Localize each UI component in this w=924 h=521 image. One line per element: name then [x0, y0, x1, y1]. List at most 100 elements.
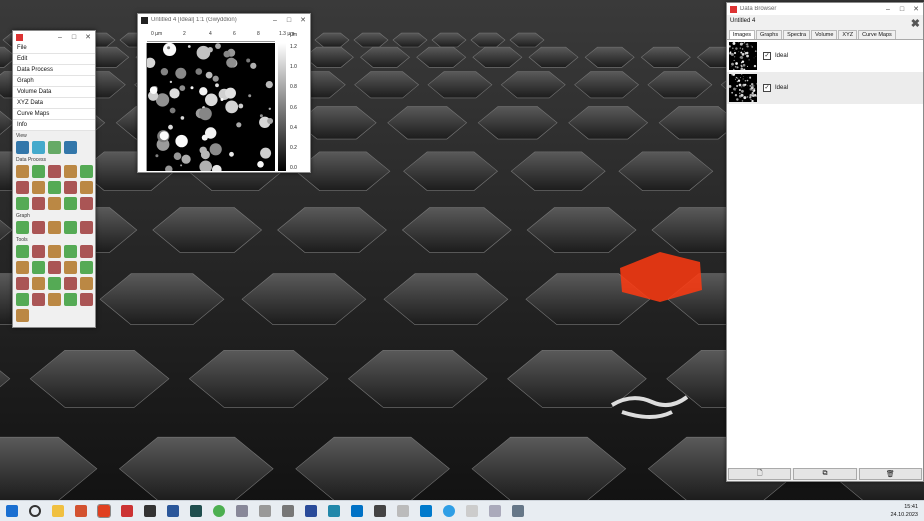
- maximize-icon[interactable]: □: [895, 6, 909, 13]
- app-icon[interactable]: [282, 505, 294, 517]
- tool-icon[interactable]: [32, 277, 45, 290]
- tool-icon[interactable]: [16, 165, 29, 178]
- image-window-titlebar[interactable]: Untitled 4 [Ideal] 1:1 (Gwyddion) – □ ✕: [138, 14, 310, 26]
- visibility-checkbox[interactable]: ✓: [763, 52, 771, 60]
- edge-icon[interactable]: [443, 505, 455, 517]
- minimize-icon[interactable]: –: [881, 6, 895, 13]
- section-data-process[interactable]: Data Process: [13, 155, 95, 164]
- menu-data-process[interactable]: Data Process: [13, 65, 95, 76]
- tool-icon[interactable]: [16, 245, 29, 258]
- tool-icon[interactable]: [32, 197, 45, 210]
- tool-icon[interactable]: [32, 165, 45, 178]
- tool-icon[interactable]: [48, 277, 61, 290]
- tool-icon[interactable]: [32, 141, 45, 154]
- visibility-checkbox[interactable]: ✓: [763, 84, 771, 92]
- tab-spectra[interactable]: Spectra: [783, 30, 810, 39]
- vscode-icon[interactable]: [420, 505, 432, 517]
- tool-icon[interactable]: [64, 221, 77, 234]
- toolbox-titlebar[interactable]: – □ ✕: [13, 31, 95, 43]
- close-icon[interactable]: ✕: [81, 33, 95, 41]
- app-icon[interactable]: [190, 505, 202, 517]
- tool-icon[interactable]: [48, 221, 61, 234]
- chrome-icon[interactable]: [213, 505, 225, 517]
- app-icon[interactable]: [512, 505, 524, 517]
- section-view[interactable]: View: [13, 131, 95, 140]
- tool-icon[interactable]: [48, 261, 61, 274]
- system-clock[interactable]: 15:41 24.10.2023: [890, 503, 918, 519]
- app-icon[interactable]: [144, 505, 156, 517]
- tool-icon[interactable]: [64, 141, 77, 154]
- app-icon[interactable]: [489, 505, 501, 517]
- menu-info[interactable]: Info: [13, 120, 95, 131]
- close-file-icon[interactable]: ✖: [911, 17, 920, 30]
- tool-icon[interactable]: [16, 261, 29, 274]
- minimize-icon[interactable]: –: [268, 17, 282, 24]
- data-browser-titlebar[interactable]: Data Browser – □ ✕: [727, 3, 923, 15]
- list-item[interactable]: ✓ Ideal: [727, 40, 923, 72]
- search-icon[interactable]: [29, 505, 41, 517]
- minimize-icon[interactable]: –: [53, 34, 67, 41]
- tool-icon[interactable]: [16, 309, 29, 322]
- app-icon[interactable]: [121, 505, 133, 517]
- tool-icon[interactable]: [64, 277, 77, 290]
- tool-icon[interactable]: [32, 181, 45, 194]
- tool-icon[interactable]: [48, 141, 61, 154]
- tool-icon[interactable]: [64, 245, 77, 258]
- word-icon[interactable]: [167, 505, 179, 517]
- menu-curve-maps[interactable]: Curve Maps: [13, 109, 95, 120]
- app-icon[interactable]: [397, 505, 409, 517]
- tool-icon[interactable]: [48, 197, 61, 210]
- tool-icon[interactable]: [80, 245, 93, 258]
- tool-icon[interactable]: [32, 245, 45, 258]
- tool-icon[interactable]: [64, 165, 77, 178]
- maximize-icon[interactable]: □: [282, 17, 296, 24]
- duplicate-button[interactable]: ⧉: [793, 468, 856, 480]
- tool-icon[interactable]: [80, 261, 93, 274]
- tool-icon[interactable]: [80, 277, 93, 290]
- outlook-icon[interactable]: [351, 505, 363, 517]
- tool-icon[interactable]: [16, 181, 29, 194]
- tool-icon[interactable]: [48, 181, 61, 194]
- menu-volume-data[interactable]: Volume Data: [13, 87, 95, 98]
- section-tools[interactable]: Tools: [13, 235, 95, 244]
- tool-icon[interactable]: [16, 277, 29, 290]
- tool-icon[interactable]: [64, 293, 77, 306]
- list-item[interactable]: ✓ Ideal: [727, 72, 923, 104]
- tool-icon[interactable]: [80, 165, 93, 178]
- tool-icon[interactable]: [80, 221, 93, 234]
- tool-icon[interactable]: [16, 141, 29, 154]
- app-icon[interactable]: [466, 505, 478, 517]
- tool-icon[interactable]: [32, 221, 45, 234]
- powerpoint-icon[interactable]: [75, 505, 87, 517]
- tool-icon[interactable]: [48, 165, 61, 178]
- tool-icon[interactable]: [32, 261, 45, 274]
- close-icon[interactable]: ✕: [296, 16, 310, 24]
- delete-button[interactable]: 🗑: [859, 468, 922, 480]
- app-icon[interactable]: [236, 505, 248, 517]
- tool-icon[interactable]: [16, 293, 29, 306]
- afm-image[interactable]: [147, 43, 275, 171]
- tool-icon[interactable]: [64, 197, 77, 210]
- menu-edit[interactable]: Edit: [13, 54, 95, 65]
- menu-graph[interactable]: Graph: [13, 76, 95, 87]
- tool-icon[interactable]: [16, 221, 29, 234]
- tool-icon[interactable]: [80, 197, 93, 210]
- gwyddion-taskbar-icon[interactable]: [98, 505, 110, 517]
- new-file-button[interactable]: 🗋: [728, 468, 791, 480]
- tool-icon[interactable]: [64, 181, 77, 194]
- tool-icon[interactable]: [16, 197, 29, 210]
- app-icon[interactable]: [374, 505, 386, 517]
- file-explorer-icon[interactable]: [52, 505, 64, 517]
- tool-icon[interactable]: [80, 293, 93, 306]
- tool-icon[interactable]: [32, 293, 45, 306]
- close-icon[interactable]: ✕: [909, 5, 923, 13]
- tool-icon[interactable]: [80, 181, 93, 194]
- tab-volume[interactable]: Volume: [811, 30, 837, 39]
- section-graph[interactable]: Graph: [13, 211, 95, 220]
- tool-icon[interactable]: [48, 293, 61, 306]
- app-icon[interactable]: [259, 505, 271, 517]
- tab-xyz[interactable]: XYZ: [838, 30, 857, 39]
- tab-images[interactable]: Images: [729, 30, 755, 39]
- tab-curve-maps[interactable]: Curve Maps: [858, 30, 896, 39]
- start-icon[interactable]: [6, 505, 18, 517]
